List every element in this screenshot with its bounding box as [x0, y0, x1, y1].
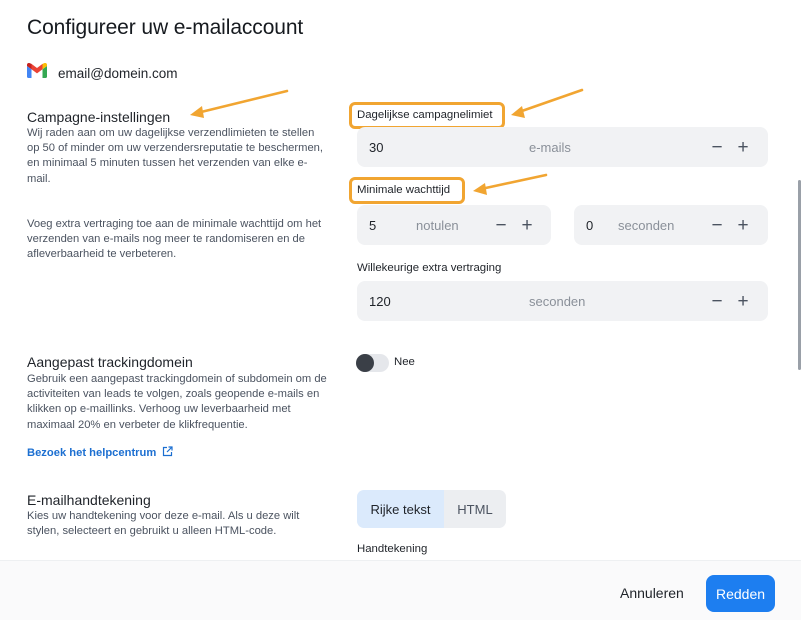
min-wait-minutes-unit: notulen: [416, 217, 459, 233]
random-delay-stepper: 120 seconden − +: [357, 281, 768, 321]
external-link-icon: [162, 446, 173, 460]
random-delay-increment-button[interactable]: +: [735, 292, 751, 311]
min-wait-seconds-unit: seconden: [618, 217, 675, 233]
campaign-settings-desc-1: Wij raden aan om uw dagelijkse verzendli…: [27, 127, 324, 185]
random-delay-value[interactable]: 120: [369, 294, 391, 309]
campaign-settings-title: Campagne-instellingen: [27, 109, 171, 125]
random-delay-decrement-button[interactable]: −: [709, 292, 725, 311]
campaign-settings-desc-2: Voeg extra vertraging toe aan de minimal…: [27, 218, 322, 261]
min-wait-seconds-increment-button[interactable]: +: [735, 216, 751, 235]
daily-limit-decrement-button[interactable]: −: [709, 138, 725, 157]
account-row: email@domein.com: [27, 62, 178, 83]
daily-limit-label: Dagelijkse campagnelimiet: [357, 109, 493, 121]
min-wait-seconds-stepper: 0 seconden − +: [574, 205, 768, 245]
daily-limit-increment-button[interactable]: +: [735, 138, 751, 157]
tracking-domain-toggle[interactable]: [356, 354, 389, 372]
tab-rich-text[interactable]: Rijke tekst: [357, 490, 444, 528]
random-delay-label: Willekeurige extra vertraging: [357, 262, 502, 274]
gmail-logo-icon: [27, 62, 47, 83]
signature-desc: Kies uw handtekening voor deze e-mail. A…: [27, 510, 300, 538]
toggle-knob: [356, 354, 374, 372]
daily-limit-value[interactable]: 30: [369, 140, 383, 155]
min-wait-seconds-decrement-button[interactable]: −: [709, 216, 725, 235]
min-wait-minutes-stepper: 5 notulen − +: [357, 205, 551, 245]
help-center-link-label: Bezoek het helpcentrum: [27, 447, 157, 459]
signature-format-tabs: Rijke tekst HTML: [357, 490, 506, 528]
account-email: email@domein.com: [58, 65, 178, 81]
save-button[interactable]: Redden: [706, 575, 775, 612]
signature-title: E-mailhandtekening: [27, 492, 151, 508]
tracking-domain-desc: Gebruik een aangepast trackingdomein of …: [27, 373, 327, 431]
signature-label: Handtekening: [357, 543, 428, 555]
min-wait-minutes-decrement-button[interactable]: −: [493, 216, 509, 235]
random-delay-unit: seconden: [529, 293, 586, 309]
settings-body[interactable]: Campagne-instellingen Wij raden aan om u…: [0, 100, 801, 560]
tracking-domain-title: Aangepast trackingdomein: [27, 354, 193, 370]
daily-limit-unit: e-mails: [529, 139, 571, 155]
min-wait-label: Minimale wachttijd: [357, 184, 451, 196]
tracking-domain-toggle-label: Nee: [394, 356, 415, 368]
daily-limit-stepper: 30 e-mails − +: [357, 127, 768, 167]
tab-html[interactable]: HTML: [444, 490, 506, 528]
cancel-button[interactable]: Annuleren: [612, 575, 692, 611]
min-wait-minutes-increment-button[interactable]: +: [519, 216, 535, 235]
modal-title: Configureer uw e-mailaccount: [27, 16, 304, 39]
help-center-link[interactable]: Bezoek het helpcentrum: [27, 446, 173, 460]
modal-footer: Annuleren Redden: [0, 560, 801, 620]
min-wait-seconds-value[interactable]: 0: [586, 218, 593, 233]
min-wait-minutes-value[interactable]: 5: [369, 218, 376, 233]
